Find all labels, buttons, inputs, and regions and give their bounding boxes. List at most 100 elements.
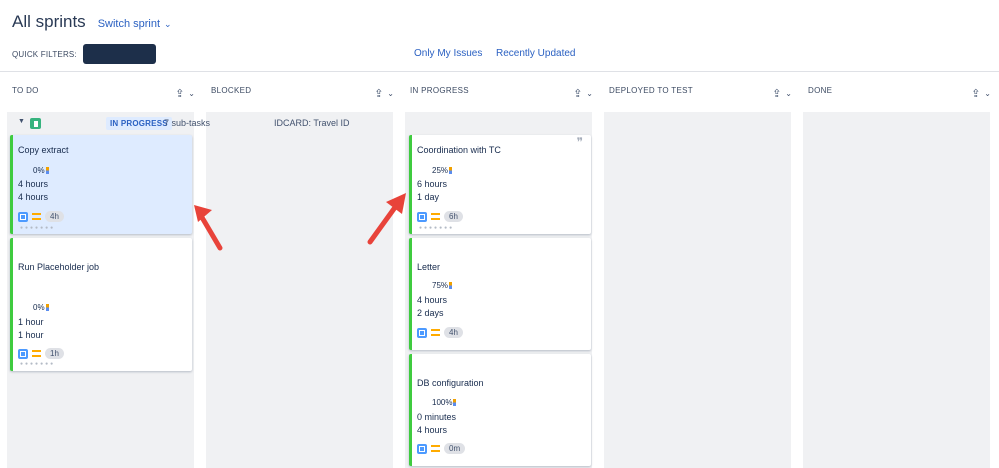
original-estimate: 2 days [417,308,444,318]
swimlane-header[interactable]: ▼ IN PROGRESS 7 sub-tasks IDCARD: Travel… [0,115,999,135]
progress-value: 0% [33,166,45,175]
estimate-badge: 1h [45,348,64,359]
parent-summary[interactable]: IDCARD: Travel ID [274,118,350,128]
annotation-arrow-right [367,193,406,245]
card-summary: Run Placeholder job [18,262,100,272]
progress-value: 75% [432,281,449,290]
chevron-down-icon[interactable]: ⌄ [387,89,394,98]
card-footer: 4h [417,327,463,338]
estimate-badge: 0m [444,443,466,454]
original-estimate: 1 day [417,192,440,202]
remaining-estimate: 6 hours [417,179,448,189]
board-header: All sprints Switch sprint ⌄ [12,12,172,32]
column-title: DEPLOYED TO TEST [609,86,693,95]
priority-medium-icon [32,350,41,357]
progress-indicator: 75% [432,281,453,290]
quick-filters: QUICK FILTERS: Only My Issues Recently U… [12,43,992,65]
progress-indicator: 25% [432,166,453,175]
progress-value: 100% [432,398,453,407]
estimate-badge: 4h [444,327,463,338]
column-header-done: DONE ⇪ ⌄ [808,80,995,110]
card-footer: 4h [18,211,64,222]
subtask-icon [417,443,427,454]
progress-bar-icon [45,167,49,174]
column-actions[interactable]: ⇪ ⌄ [971,87,991,100]
story-icon [30,118,41,129]
column-actions[interactable]: ⇪ ⌄ [772,87,792,100]
column-header-todo: TO DO ⇪ ⌄ [12,80,199,110]
progress-bar-icon [449,282,453,289]
subtask-count: 7 sub-tasks [164,118,211,128]
column-header-blocked: BLOCKED ⇪ ⌄ [211,80,398,110]
switch-sprint-button[interactable]: Switch sprint ⌄ [98,18,172,30]
card-grabber-icon[interactable]: ●●●●●●● [419,225,454,231]
column-actions[interactable]: ⇪ ⌄ [573,87,593,100]
quick-filter-redacted[interactable] [82,44,156,64]
card-summary: DB configuration [417,378,484,388]
share-icon[interactable]: ⇪ [971,87,980,100]
switch-sprint-label: Switch sprint [97,18,161,30]
column-title: DONE [808,86,833,95]
card-summary: Copy extract [18,145,69,155]
original-estimate: 1 hour [18,330,44,340]
share-icon[interactable]: ⇪ [573,87,582,100]
estimate-badge: 4h [45,211,64,222]
chevron-down-icon[interactable]: ⌄ [586,89,593,98]
card-grabber-icon[interactable]: ●●●●●●● [20,225,55,231]
column-header-in-progress: IN PROGRESS ⇪ ⌄ [410,80,597,110]
column-actions[interactable]: ⇪ ⌄ [374,87,394,100]
column-title: IN PROGRESS [410,86,469,95]
column-body-done [803,112,990,468]
card-footer: 0m [417,443,466,454]
page-title: All sprints [12,12,86,31]
progress-indicator: 0% [33,303,49,312]
remaining-estimate: 4 hours [18,179,49,189]
priority-medium-icon [32,213,41,220]
chevron-down-icon[interactable]: ⌄ [785,89,792,98]
chevron-down-icon[interactable]: ⌄ [188,89,195,98]
progress-value: 0% [33,303,45,312]
share-icon[interactable]: ⇪ [374,87,383,100]
card-db-configuration[interactable]: DB configuration 100% 0 minutes 4 hours … [409,354,591,466]
column-body-deployed-to-test [604,112,791,468]
card-run-placeholder-job[interactable]: Run Placeholder job 0% 1 hour 1 hour 1h … [10,238,192,371]
card-coordination-with-tc[interactable]: ❞ Coordination with TC 25% 6 hours 1 day… [409,135,591,234]
subtask-icon [18,348,28,359]
card-footer: 6h [417,211,463,222]
original-estimate: 4 hours [417,425,448,435]
chevron-down-icon: ⌄ [164,18,172,29]
card-grabber-icon[interactable]: ●●●●●●● [20,361,55,367]
subtask-icon [417,327,427,338]
share-icon[interactable]: ⇪ [772,87,781,100]
progress-bar-icon [45,304,49,311]
column-title: TO DO [12,86,39,95]
flag-icon: ❞ [576,135,583,149]
annotation-arrow-left [194,205,223,251]
column-actions[interactable]: ⇪ ⌄ [175,87,195,100]
progress-bar-icon [453,399,457,406]
progress-bar-icon [449,167,453,174]
progress-indicator: 100% [432,398,457,407]
share-icon[interactable]: ⇪ [175,87,184,100]
remaining-estimate: 1 hour [18,317,44,327]
column-body-blocked [206,112,393,468]
remaining-estimate: 0 minutes [417,412,457,422]
priority-medium-icon [431,213,440,220]
status-badge: IN PROGRESS [106,117,172,130]
subtask-icon [417,211,427,222]
filter-recently-updated[interactable]: Recently Updated [496,48,576,59]
header-divider [0,71,999,72]
subtask-icon [18,211,28,222]
quick-filters-label: QUICK FILTERS: [12,49,77,59]
filter-only-my-issues[interactable]: Only My Issues [414,48,482,59]
card-summary: Coordination with TC [417,145,501,155]
card-letter[interactable]: Letter 75% 4 hours 2 days 4h [409,238,591,350]
progress-indicator: 0% [33,166,49,175]
card-copy-extract[interactable]: Copy extract 0% 4 hours 4 hours 4h ●●●●●… [10,135,192,234]
original-estimate: 4 hours [18,192,49,202]
progress-value: 25% [432,166,449,175]
card-summary: Letter [417,262,441,272]
chevron-down-icon[interactable]: ⌄ [984,89,991,98]
card-footer: 1h [18,348,64,359]
collapse-toggle-icon[interactable]: ▼ [18,118,25,125]
